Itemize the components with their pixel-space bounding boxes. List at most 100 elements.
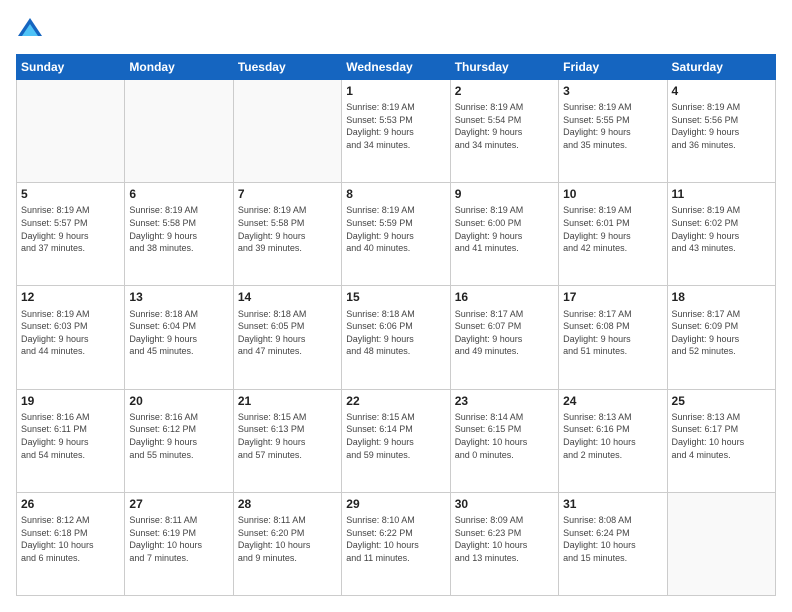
- day-info: Sunrise: 8:15 AM Sunset: 6:13 PM Dayligh…: [238, 411, 337, 461]
- calendar-cell: 28Sunrise: 8:11 AM Sunset: 6:20 PM Dayli…: [233, 492, 341, 595]
- day-number: 28: [238, 496, 337, 512]
- day-info: Sunrise: 8:16 AM Sunset: 6:12 PM Dayligh…: [129, 411, 228, 461]
- day-number: 12: [21, 289, 120, 305]
- day-info: Sunrise: 8:17 AM Sunset: 6:08 PM Dayligh…: [563, 308, 662, 358]
- day-number: 31: [563, 496, 662, 512]
- day-info: Sunrise: 8:19 AM Sunset: 5:54 PM Dayligh…: [455, 101, 554, 151]
- week-row-4: 26Sunrise: 8:12 AM Sunset: 6:18 PM Dayli…: [17, 492, 776, 595]
- day-number: 2: [455, 83, 554, 99]
- calendar-cell: 18Sunrise: 8:17 AM Sunset: 6:09 PM Dayli…: [667, 286, 775, 389]
- day-number: 25: [672, 393, 771, 409]
- day-number: 21: [238, 393, 337, 409]
- day-info: Sunrise: 8:13 AM Sunset: 6:16 PM Dayligh…: [563, 411, 662, 461]
- calendar-cell: 27 Sunrise: 8:11 AM Sunset: 6:19 PM Dayli…: [125, 492, 233, 595]
- calendar-cell: 12 Sunrise: 8:19 AM Sunset: 6:03 PM Dayli…: [17, 286, 125, 389]
- calendar-cell: 5 Sunrise: 8:19 AM Sunset: 5:57 PM Daylig…: [17, 183, 125, 286]
- day-number: 3: [563, 83, 662, 99]
- calendar-cell: 20 Sunrise: 8:16 AM Sunset: 6:12 PM Dayli…: [125, 389, 233, 492]
- day-number: 29: [346, 496, 445, 512]
- day-info: Sunrise: 8:19 AM Sunset: 5:55 PM Dayligh…: [563, 101, 662, 151]
- day-info: Sunrise: 8:18 AM Sunset: 6:06 PM Dayligh…: [346, 308, 445, 358]
- calendar-cell: [17, 80, 125, 183]
- weekday-header-sunday: Sunday: [17, 55, 125, 80]
- day-number: 16: [455, 289, 554, 305]
- day-info: Sunrise: 8:13 AM Sunset: 6:17 PM Dayligh…: [672, 411, 771, 461]
- calendar-cell: [233, 80, 341, 183]
- calendar-cell: 3 Sunrise: 8:19 AM Sunset: 5:55 PM Daylig…: [559, 80, 667, 183]
- calendar-cell: 4Sunrise: 8:19 AM Sunset: 5:56 PM Daylig…: [667, 80, 775, 183]
- weekday-header-row: SundayMondayTuesdayWednesdayThursdayFrid…: [17, 55, 776, 80]
- day-info: Sunrise: 8:10 AM Sunset: 6:22 PM Dayligh…: [346, 514, 445, 564]
- day-number: 19: [21, 393, 120, 409]
- day-info: Sunrise: 8:19 AM Sunset: 5:59 PM Dayligh…: [346, 204, 445, 254]
- day-info: Sunrise: 8:08 AM Sunset: 6:24 PM Dayligh…: [563, 514, 662, 564]
- day-info: Sunrise: 8:17 AM Sunset: 6:07 PM Dayligh…: [455, 308, 554, 358]
- calendar-cell: [125, 80, 233, 183]
- day-number: 5: [21, 186, 120, 202]
- day-number: 24: [563, 393, 662, 409]
- calendar-cell: 23 Sunrise: 8:14 AM Sunset: 6:15 PM Dayli…: [450, 389, 558, 492]
- calendar-cell: 25 Sunrise: 8:13 AM Sunset: 6:17 PM Dayli…: [667, 389, 775, 492]
- day-number: 11: [672, 186, 771, 202]
- calendar-cell: 19 Sunrise: 8:16 AM Sunset: 6:11 PM Dayli…: [17, 389, 125, 492]
- calendar-cell: 2 Sunrise: 8:19 AM Sunset: 5:54 PM Daylig…: [450, 80, 558, 183]
- day-number: 15: [346, 289, 445, 305]
- weekday-header-saturday: Saturday: [667, 55, 775, 80]
- day-number: 18: [672, 289, 771, 305]
- calendar-cell: 31 Sunrise: 8:08 AM Sunset: 6:24 PM Dayli…: [559, 492, 667, 595]
- day-number: 13: [129, 289, 228, 305]
- weekday-header-friday: Friday: [559, 55, 667, 80]
- day-number: 6: [129, 186, 228, 202]
- weekday-header-thursday: Thursday: [450, 55, 558, 80]
- calendar-cell: 21 Sunrise: 8:15 AM Sunset: 6:13 PM Dayli…: [233, 389, 341, 492]
- day-number: 23: [455, 393, 554, 409]
- calendar-cell: 22 Sunrise: 8:15 AM Sunset: 6:14 PM Dayli…: [342, 389, 450, 492]
- day-number: 20: [129, 393, 228, 409]
- day-number: 4: [672, 83, 771, 99]
- day-number: 26: [21, 496, 120, 512]
- day-info: Sunrise: 8:14 AM Sunset: 6:15 PM Dayligh…: [455, 411, 554, 461]
- calendar-cell: 13Sunrise: 8:18 AM Sunset: 6:04 PM Dayli…: [125, 286, 233, 389]
- day-info: Sunrise: 8:11 AM Sunset: 6:19 PM Dayligh…: [129, 514, 228, 564]
- day-info: Sunrise: 8:19 AM Sunset: 6:01 PM Dayligh…: [563, 204, 662, 254]
- day-info: Sunrise: 8:19 AM Sunset: 5:58 PM Dayligh…: [129, 204, 228, 254]
- day-number: 10: [563, 186, 662, 202]
- weekday-header-monday: Monday: [125, 55, 233, 80]
- day-info: Sunrise: 8:16 AM Sunset: 6:11 PM Dayligh…: [21, 411, 120, 461]
- calendar-cell: 8 Sunrise: 8:19 AM Sunset: 5:59 PM Daylig…: [342, 183, 450, 286]
- day-info: Sunrise: 8:19 AM Sunset: 6:03 PM Dayligh…: [21, 308, 120, 358]
- header: [16, 16, 776, 44]
- calendar-cell: 24 Sunrise: 8:13 AM Sunset: 6:16 PM Dayli…: [559, 389, 667, 492]
- calendar-cell: 1 Sunrise: 8:19 AM Sunset: 5:53 PM Daylig…: [342, 80, 450, 183]
- day-number: 14: [238, 289, 337, 305]
- week-row-0: 1 Sunrise: 8:19 AM Sunset: 5:53 PM Daylig…: [17, 80, 776, 183]
- day-info: Sunrise: 8:19 AM Sunset: 5:57 PM Dayligh…: [21, 204, 120, 254]
- day-number: 7: [238, 186, 337, 202]
- day-number: 22: [346, 393, 445, 409]
- weekday-header-wednesday: Wednesday: [342, 55, 450, 80]
- day-number: 27: [129, 496, 228, 512]
- calendar-cell: 6 Sunrise: 8:19 AM Sunset: 5:58 PM Daylig…: [125, 183, 233, 286]
- day-info: Sunrise: 8:19 AM Sunset: 6:02 PM Dayligh…: [672, 204, 771, 254]
- week-row-2: 12 Sunrise: 8:19 AM Sunset: 6:03 PM Dayli…: [17, 286, 776, 389]
- day-info: Sunrise: 8:19 AM Sunset: 5:53 PM Dayligh…: [346, 101, 445, 151]
- day-number: 8: [346, 186, 445, 202]
- calendar-table: SundayMondayTuesdayWednesdayThursdayFrid…: [16, 54, 776, 596]
- calendar-cell: 16 Sunrise: 8:17 AM Sunset: 6:07 PM Dayli…: [450, 286, 558, 389]
- logo: [16, 16, 48, 44]
- day-number: 30: [455, 496, 554, 512]
- calendar-cell: 11 Sunrise: 8:19 AM Sunset: 6:02 PM Dayli…: [667, 183, 775, 286]
- day-number: 1: [346, 83, 445, 99]
- calendar-cell: 9Sunrise: 8:19 AM Sunset: 6:00 PM Daylig…: [450, 183, 558, 286]
- calendar-cell: 15 Sunrise: 8:18 AM Sunset: 6:06 PM Dayli…: [342, 286, 450, 389]
- day-number: 9: [455, 186, 554, 202]
- day-info: Sunrise: 8:09 AM Sunset: 6:23 PM Dayligh…: [455, 514, 554, 564]
- calendar-cell: 30 Sunrise: 8:09 AM Sunset: 6:23 PM Dayli…: [450, 492, 558, 595]
- day-info: Sunrise: 8:19 AM Sunset: 5:58 PM Dayligh…: [238, 204, 337, 254]
- week-row-3: 19 Sunrise: 8:16 AM Sunset: 6:11 PM Dayli…: [17, 389, 776, 492]
- logo-icon: [16, 16, 44, 44]
- weekday-header-tuesday: Tuesday: [233, 55, 341, 80]
- calendar-cell: 7 Sunrise: 8:19 AM Sunset: 5:58 PM Daylig…: [233, 183, 341, 286]
- day-info: Sunrise: 8:15 AM Sunset: 6:14 PM Dayligh…: [346, 411, 445, 461]
- day-info: Sunrise: 8:18 AM Sunset: 6:05 PM Dayligh…: [238, 308, 337, 358]
